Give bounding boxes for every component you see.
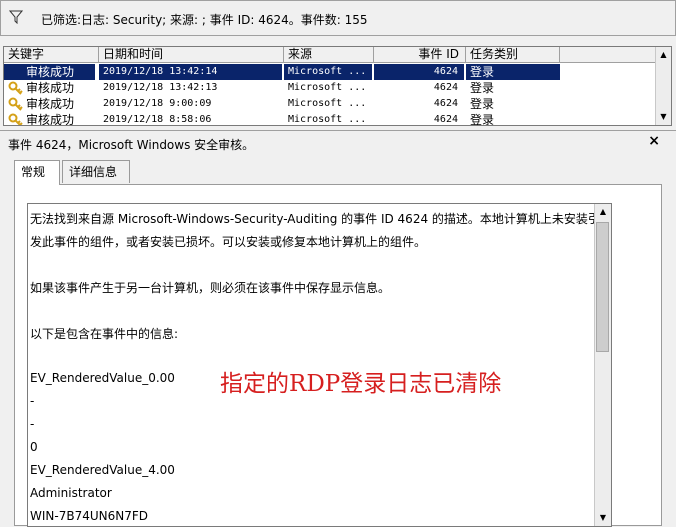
scroll-up-icon[interactable]: ▲ (656, 47, 671, 62)
description-line: EV_RenderedValue_0.00 (30, 371, 175, 385)
row-keyword: 审核成功 (26, 113, 75, 126)
row-event-id: 4624 (433, 114, 458, 125)
description-line: 0 (30, 440, 38, 454)
scroll-up-icon[interactable]: ▲ (595, 204, 611, 219)
description-line: 无法找到来自源 Microsoft-Windows-Security-Audit… (30, 212, 600, 226)
events-scrollbar[interactable]: ▲ ▼ (655, 47, 671, 125)
tab-general[interactable]: 常规 (14, 160, 60, 185)
annotation-text: 指定的RDP登录日志已清除 (220, 371, 502, 397)
description-line: - (30, 394, 35, 408)
column-keyword[interactable]: 关键字 (4, 47, 99, 62)
row-category: 登录 (470, 81, 495, 95)
column-source[interactable]: 来源 (284, 47, 374, 62)
row-event-id: 4624 (433, 82, 458, 93)
description-scrollbar[interactable]: ▲ ▼ (594, 204, 611, 526)
row-category: 登录 (470, 97, 495, 111)
row-event-id: 4624 (374, 64, 464, 80)
row-keyword: 审核成功 (26, 97, 75, 111)
scroll-thumb[interactable] (596, 222, 609, 352)
filter-bar: 已筛选:日志: Security; 来源: ; 事件 ID: 4624。事件数:… (0, 0, 676, 36)
event-detail-header: 事件 4624，Microsoft Windows 安全审核。 × (0, 130, 676, 153)
description-line: Administrator (30, 486, 112, 500)
description-line: WIN-7B74UN6N7FD (30, 509, 148, 523)
events-list[interactable]: 关键字 日期和时间 来源 事件 ID 任务类别 审核成功 2019/12/18 … (3, 46, 672, 126)
description-line: 发此事件的组件，或者安装已损坏。可以安装或修复本地计算机上的组件。 (30, 235, 427, 249)
description-line: 如果该事件产生于另一台计算机，则必须在该事件中保存显示信息。 (30, 281, 391, 295)
row-category: 登录 (470, 113, 495, 126)
scroll-down-icon[interactable]: ▼ (656, 109, 671, 124)
row-date: 2019/12/18 8:58:06 (103, 114, 212, 125)
close-icon[interactable]: × (648, 133, 660, 149)
row-event-id: 4624 (433, 98, 458, 109)
row-source: Microsoft ... (288, 98, 367, 109)
table-row[interactable]: 审核成功 2019/12/18 13:42:13 Microsoft ... 4… (4, 80, 655, 96)
events-header: 关键字 日期和时间 来源 事件 ID 任务类别 (4, 47, 655, 63)
row-keyword: 审核成功 (26, 81, 75, 95)
filter-summary: 已筛选:日志: Security; 来源: ; 事件 ID: 4624。事件数:… (41, 13, 368, 27)
scroll-down-icon[interactable]: ▼ (595, 510, 611, 525)
row-date: 2019/12/18 9:00:09 (103, 98, 212, 109)
column-date[interactable]: 日期和时间 (99, 47, 284, 62)
row-source: Microsoft ... (284, 64, 372, 80)
description-line: 以下是包含在事件中的信息: (30, 327, 179, 341)
row-source: Microsoft ... (288, 82, 367, 93)
row-date: 2019/12/18 13:42:14 (99, 64, 282, 80)
description-line: - (30, 417, 35, 431)
table-row[interactable]: 审核成功 2019/12/18 13:42:14 Microsoft ... 4… (4, 64, 655, 80)
row-source: Microsoft ... (288, 114, 367, 125)
row-category: 登录 (466, 64, 560, 80)
event-detail-title: 事件 4624，Microsoft Windows 安全审核。 (8, 138, 255, 152)
description-line: EV_RenderedValue_4.00 (30, 463, 175, 477)
column-task-category[interactable]: 任务类别 (466, 47, 560, 62)
filter-icon[interactable] (8, 10, 24, 27)
row-keyword: 审核成功 (4, 64, 95, 80)
tab-details[interactable]: 详细信息 (62, 160, 130, 183)
general-tab-panel: 无法找到来自源 Microsoft-Windows-Security-Audit… (14, 184, 662, 527)
table-row[interactable]: 审核成功 2019/12/18 8:58:06 Microsoft ... 46… (4, 112, 655, 126)
table-row[interactable]: 审核成功 2019/12/18 9:00:09 Microsoft ... 46… (4, 96, 655, 112)
row-date: 2019/12/18 13:42:13 (103, 82, 218, 93)
column-event-id[interactable]: 事件 ID (374, 47, 466, 62)
